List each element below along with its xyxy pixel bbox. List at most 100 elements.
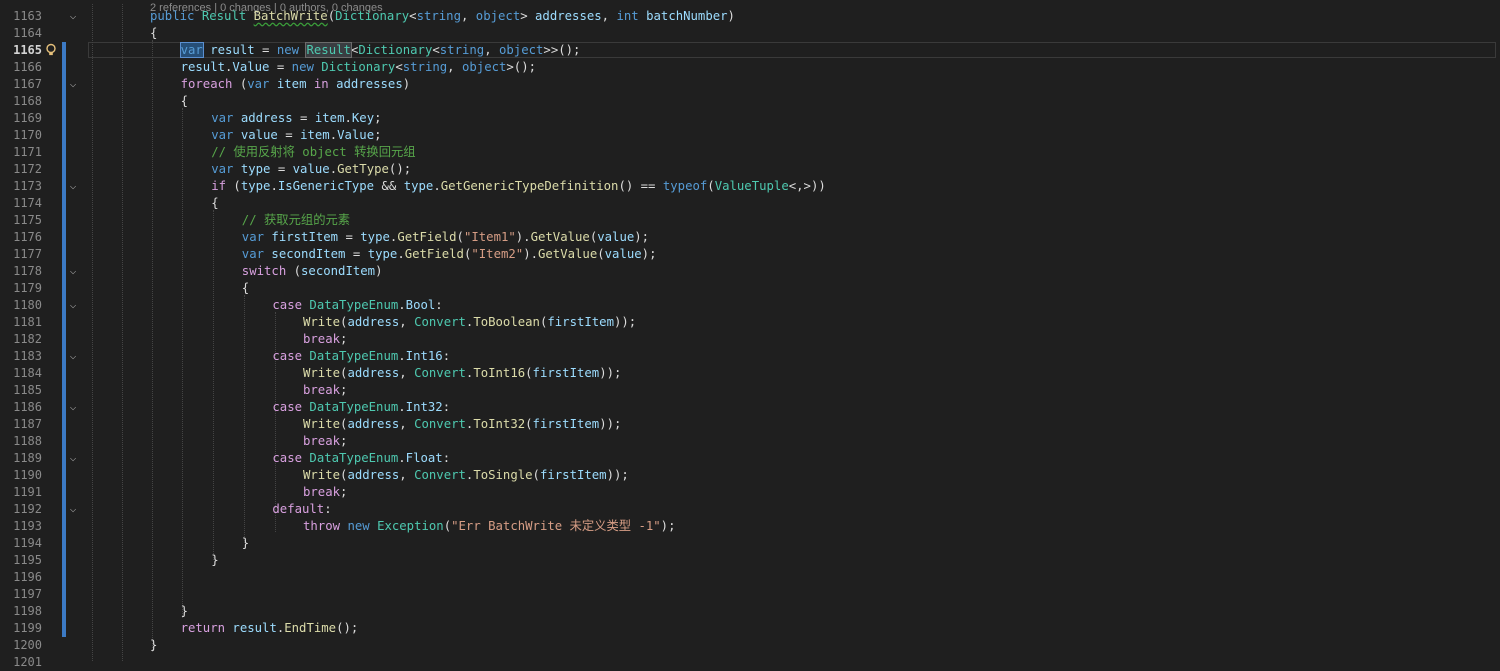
code-token: ; — [374, 128, 382, 142]
code-token: return — [180, 621, 226, 635]
code-token: ; — [340, 434, 348, 448]
code-line[interactable]: 1192 ⌵ default: — [0, 501, 1500, 518]
code-line[interactable]: 1186 ⌵ case DataTypeEnum.Int32: — [0, 399, 1500, 416]
code-text: case DataTypeEnum.Bool: — [272, 297, 442, 314]
code-text: case DataTypeEnum.Int16: — [272, 348, 450, 365]
code-line[interactable]: 1191 break; — [0, 484, 1500, 501]
code-line[interactable]: 1196 — [0, 569, 1500, 586]
code-token: , — [399, 366, 415, 380]
code-line[interactable]: 1180 ⌵ case DataTypeEnum.Bool: — [0, 297, 1500, 314]
code-line[interactable]: 1193 throw new Exception("Err BatchWrite … — [0, 518, 1500, 535]
line-number: 1168 — [13, 94, 42, 108]
line-number: 1199 — [13, 621, 42, 635]
code-token: case — [272, 451, 303, 465]
code-line[interactable]: 1200} — [0, 637, 1500, 654]
code-line[interactable]: 1178 ⌵ switch (secondItem) — [0, 263, 1500, 280]
code-token: { — [150, 26, 158, 40]
code-text: } — [150, 637, 157, 654]
code-line[interactable]: 1177 var secondItem = type.GetField ("Item… — [0, 246, 1500, 263]
code-text: var value = item.Value; — [211, 127, 381, 144]
code-line[interactable]: 1179 { — [0, 280, 1500, 297]
code-line[interactable]: 1198} — [0, 603, 1500, 620]
code-line[interactable]: 1194} — [0, 535, 1500, 552]
code-token: break — [303, 485, 341, 499]
code-text: throw new Exception("Err BatchWrite 未定义类… — [303, 518, 675, 535]
code-token: value — [597, 230, 635, 244]
code-line[interactable]: 1163 ⌵ 2 references | 0 changes | 0 author… — [0, 2, 1500, 25]
code-token: address — [240, 111, 293, 125]
code-token: type — [367, 247, 398, 261]
line-number: 1175 — [13, 213, 42, 227]
code-line[interactable]: 1173 ⌵ if (type.IsGenericType && type.GetG… — [0, 178, 1500, 195]
code-line[interactable]: 1190 Write(address, Convert.ToSingle(firs… — [0, 467, 1500, 484]
code-token: object — [499, 43, 544, 57]
fold-chevron-icon[interactable]: ⌵ — [67, 265, 79, 277]
code-line[interactable]: 1197 — [0, 586, 1500, 603]
code-line[interactable]: 1168 { — [0, 93, 1500, 110]
code-line[interactable]: 1187 Write(address, Convert.ToInt32(first… — [0, 416, 1500, 433]
code-token: ToBoolean — [473, 315, 540, 329]
fold-chevron-icon[interactable]: ⌵ — [67, 299, 79, 311]
code-token: . — [344, 111, 352, 125]
code-text: Write(address, Convert.ToBoolean(firstIt… — [303, 314, 636, 331]
code-line[interactable]: 1170 var value = item.Value; — [0, 127, 1500, 144]
code-line[interactable]: 1195} — [0, 552, 1500, 569]
code-token: && — [374, 179, 404, 193]
code-text: break; — [303, 331, 347, 348]
code-token: Write — [303, 315, 341, 329]
code-editor[interactable]: 1163 ⌵ 2 references | 0 changes | 0 author… — [0, 0, 1500, 669]
code-token: var — [211, 128, 234, 142]
code-token: ). — [515, 230, 531, 244]
code-line[interactable]: 1182 break; — [0, 331, 1500, 348]
line-number: 1169 — [13, 111, 42, 125]
code-token: addresses — [535, 9, 602, 23]
code-token: Write — [303, 417, 341, 431]
code-line[interactable]: 1185 break; — [0, 382, 1500, 399]
code-line[interactable]: 1171 // 使用反射将 object 转换回元组 — [0, 144, 1500, 161]
fold-chevron-icon[interactable]: ⌵ — [67, 78, 79, 90]
code-line[interactable]: 1188 break; — [0, 433, 1500, 450]
code-token: ( — [286, 264, 302, 278]
line-number: 1164 — [13, 26, 42, 40]
code-line[interactable]: 1189 ⌵ case DataTypeEnum.Float: — [0, 450, 1500, 467]
fold-chevron-icon[interactable]: ⌵ — [67, 180, 79, 192]
line-number: 1194 — [13, 536, 42, 550]
fold-chevron-icon[interactable]: ⌵ — [67, 503, 79, 515]
code-line[interactable]: 1183 ⌵ case DataTypeEnum.Int16: — [0, 348, 1500, 365]
fold-chevron-icon[interactable]: ⌵ — [67, 401, 79, 413]
code-line[interactable]: 1176 var firstItem = type.GetField("Item1… — [0, 229, 1500, 246]
code-line[interactable]: 1201 — [0, 654, 1500, 671]
line-number: 1177 — [13, 247, 42, 261]
code-token: EndTime — [284, 621, 337, 635]
code-token: < — [395, 60, 403, 74]
code-line[interactable]: 1167 ⌵ foreach (var item in addresses) — [0, 76, 1500, 93]
code-line[interactable]: 1169 var address = item.Key; — [0, 110, 1500, 127]
code-token: // 使用反射将 object 转换回元组 — [211, 145, 416, 159]
code-line[interactable]: 1199 return result.EndTime(); — [0, 620, 1500, 637]
code-line[interactable]: 1165 var result = new Result<Dictionary<s… — [0, 42, 1500, 59]
code-token: . — [329, 162, 338, 176]
fold-chevron-icon[interactable]: ⌵ — [67, 350, 79, 362]
code-token: ; — [340, 383, 348, 397]
code-line[interactable]: 1166 result.Value = new Dictionary<string… — [0, 59, 1500, 76]
code-token: () == — [618, 179, 663, 193]
code-token: Result — [305, 42, 352, 58]
code-token: typeof — [662, 179, 708, 193]
line-number: 1186 — [13, 400, 42, 414]
code-line[interactable]: 1181 Write(address, Convert.ToBoolean(fir… — [0, 314, 1500, 331]
code-line[interactable]: 1164 { — [0, 25, 1500, 42]
fold-chevron-icon[interactable]: ⌵ — [67, 10, 79, 22]
code-token: ) — [375, 264, 383, 278]
line-number: 1170 — [13, 128, 42, 142]
code-token: , — [399, 417, 415, 431]
line-number: 1196 — [13, 570, 42, 584]
code-token: DataTypeEnum — [309, 400, 399, 414]
code-line[interactable]: 1184 Write(address, Convert.ToInt16(first… — [0, 365, 1500, 382]
code-line[interactable]: 1174 { — [0, 195, 1500, 212]
code-line[interactable]: 1175 // 获取元组的元素 — [0, 212, 1500, 229]
fold-chevron-icon[interactable]: ⌵ — [67, 452, 79, 464]
code-line[interactable]: 1172 var type = value.GetType(); — [0, 161, 1500, 178]
